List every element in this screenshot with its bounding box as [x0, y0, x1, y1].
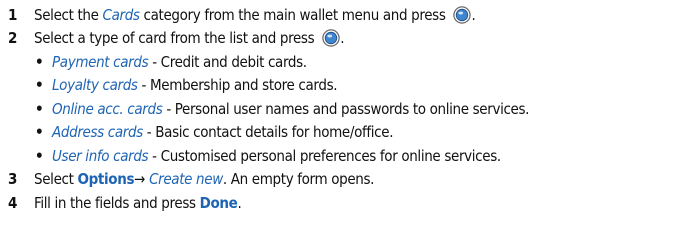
cards-link: Cards	[102, 6, 140, 24]
step-number: 1	[8, 6, 18, 24]
step-number: 4	[8, 194, 18, 212]
step-number: 3	[8, 170, 18, 188]
loyalty-cards-link: Loyalty cards	[52, 76, 138, 94]
step-text: Select Options→ Create new. An empty for…	[34, 170, 375, 188]
bullet: •	[35, 100, 44, 118]
create-new-link: Create new	[149, 170, 223, 188]
step-number: 2	[8, 29, 18, 47]
user-info-cards-link: User info cards	[52, 147, 149, 165]
address-cards-link: Address cards	[52, 123, 143, 141]
bullet: •	[35, 76, 44, 94]
step-text: Select the Cards category from the main …	[34, 6, 476, 24]
done-key-label: Done	[199, 194, 238, 212]
bullet: •	[35, 53, 44, 71]
navi-key-select-icon	[453, 6, 472, 24]
navi-key-select-icon	[322, 29, 340, 47]
bullet: •	[35, 123, 44, 141]
online-acc-cards-link: Online acc. cards	[52, 100, 163, 118]
options-key-label: Options	[77, 170, 135, 188]
step-text: Select a type of card from the list and …	[34, 29, 345, 47]
bullet: •	[35, 147, 44, 165]
step-text: Fill in the fields and press Done.	[34, 194, 242, 212]
instruction-page: 1 Select the Cards category from the mai…	[8, 6, 530, 212]
payment-cards-link: Payment cards	[52, 53, 149, 71]
arrow: →	[134, 170, 150, 188]
